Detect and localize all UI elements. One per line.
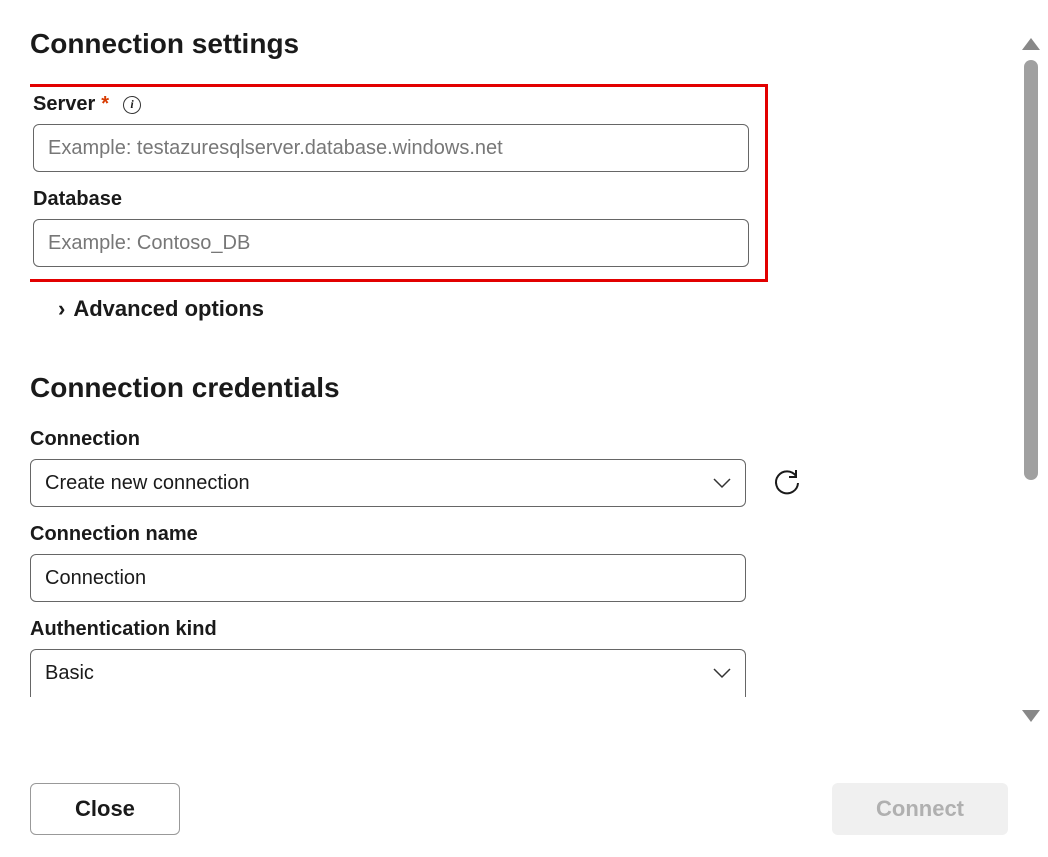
info-icon[interactable]: i bbox=[123, 96, 141, 114]
advanced-options-label: Advanced options bbox=[73, 296, 264, 322]
connection-name-label: Connection name bbox=[30, 523, 988, 546]
connection-name-label-text: Connection name bbox=[30, 523, 198, 546]
connection-select[interactable]: Create new connection bbox=[30, 459, 746, 507]
scroll-track[interactable] bbox=[1022, 60, 1040, 700]
database-label-text: Database bbox=[33, 188, 122, 211]
server-label: Server * i bbox=[33, 93, 755, 116]
scroll-up-icon[interactable] bbox=[1022, 38, 1040, 50]
scrollbar[interactable] bbox=[1022, 38, 1040, 718]
server-input[interactable] bbox=[33, 124, 749, 172]
connection-select-value: Create new connection bbox=[45, 472, 250, 495]
connect-button[interactable]: Connect bbox=[832, 783, 1008, 835]
advanced-options-toggle[interactable]: › Advanced options bbox=[58, 296, 988, 322]
refresh-icon[interactable] bbox=[772, 468, 802, 498]
scroll-down-icon[interactable] bbox=[1022, 710, 1040, 722]
connection-label: Connection bbox=[30, 428, 988, 451]
close-button[interactable]: Close bbox=[30, 783, 180, 835]
database-label: Database bbox=[33, 188, 755, 211]
auth-kind-select[interactable]: Basic bbox=[30, 649, 746, 697]
auth-kind-value: Basic bbox=[45, 662, 94, 685]
required-asterisk: * bbox=[101, 93, 109, 116]
connection-label-text: Connection bbox=[30, 428, 140, 451]
connection-settings-heading: Connection settings bbox=[30, 28, 988, 60]
connection-name-input[interactable] bbox=[30, 554, 746, 602]
database-input[interactable] bbox=[33, 219, 749, 267]
scroll-thumb[interactable] bbox=[1024, 60, 1038, 480]
chevron-right-icon: › bbox=[58, 296, 65, 322]
auth-kind-label: Authentication kind bbox=[30, 618, 988, 641]
auth-kind-label-text: Authentication kind bbox=[30, 618, 217, 641]
server-label-text: Server bbox=[33, 93, 95, 116]
connection-credentials-heading: Connection credentials bbox=[30, 372, 988, 404]
highlighted-settings-box: Server * i Database bbox=[30, 84, 768, 282]
